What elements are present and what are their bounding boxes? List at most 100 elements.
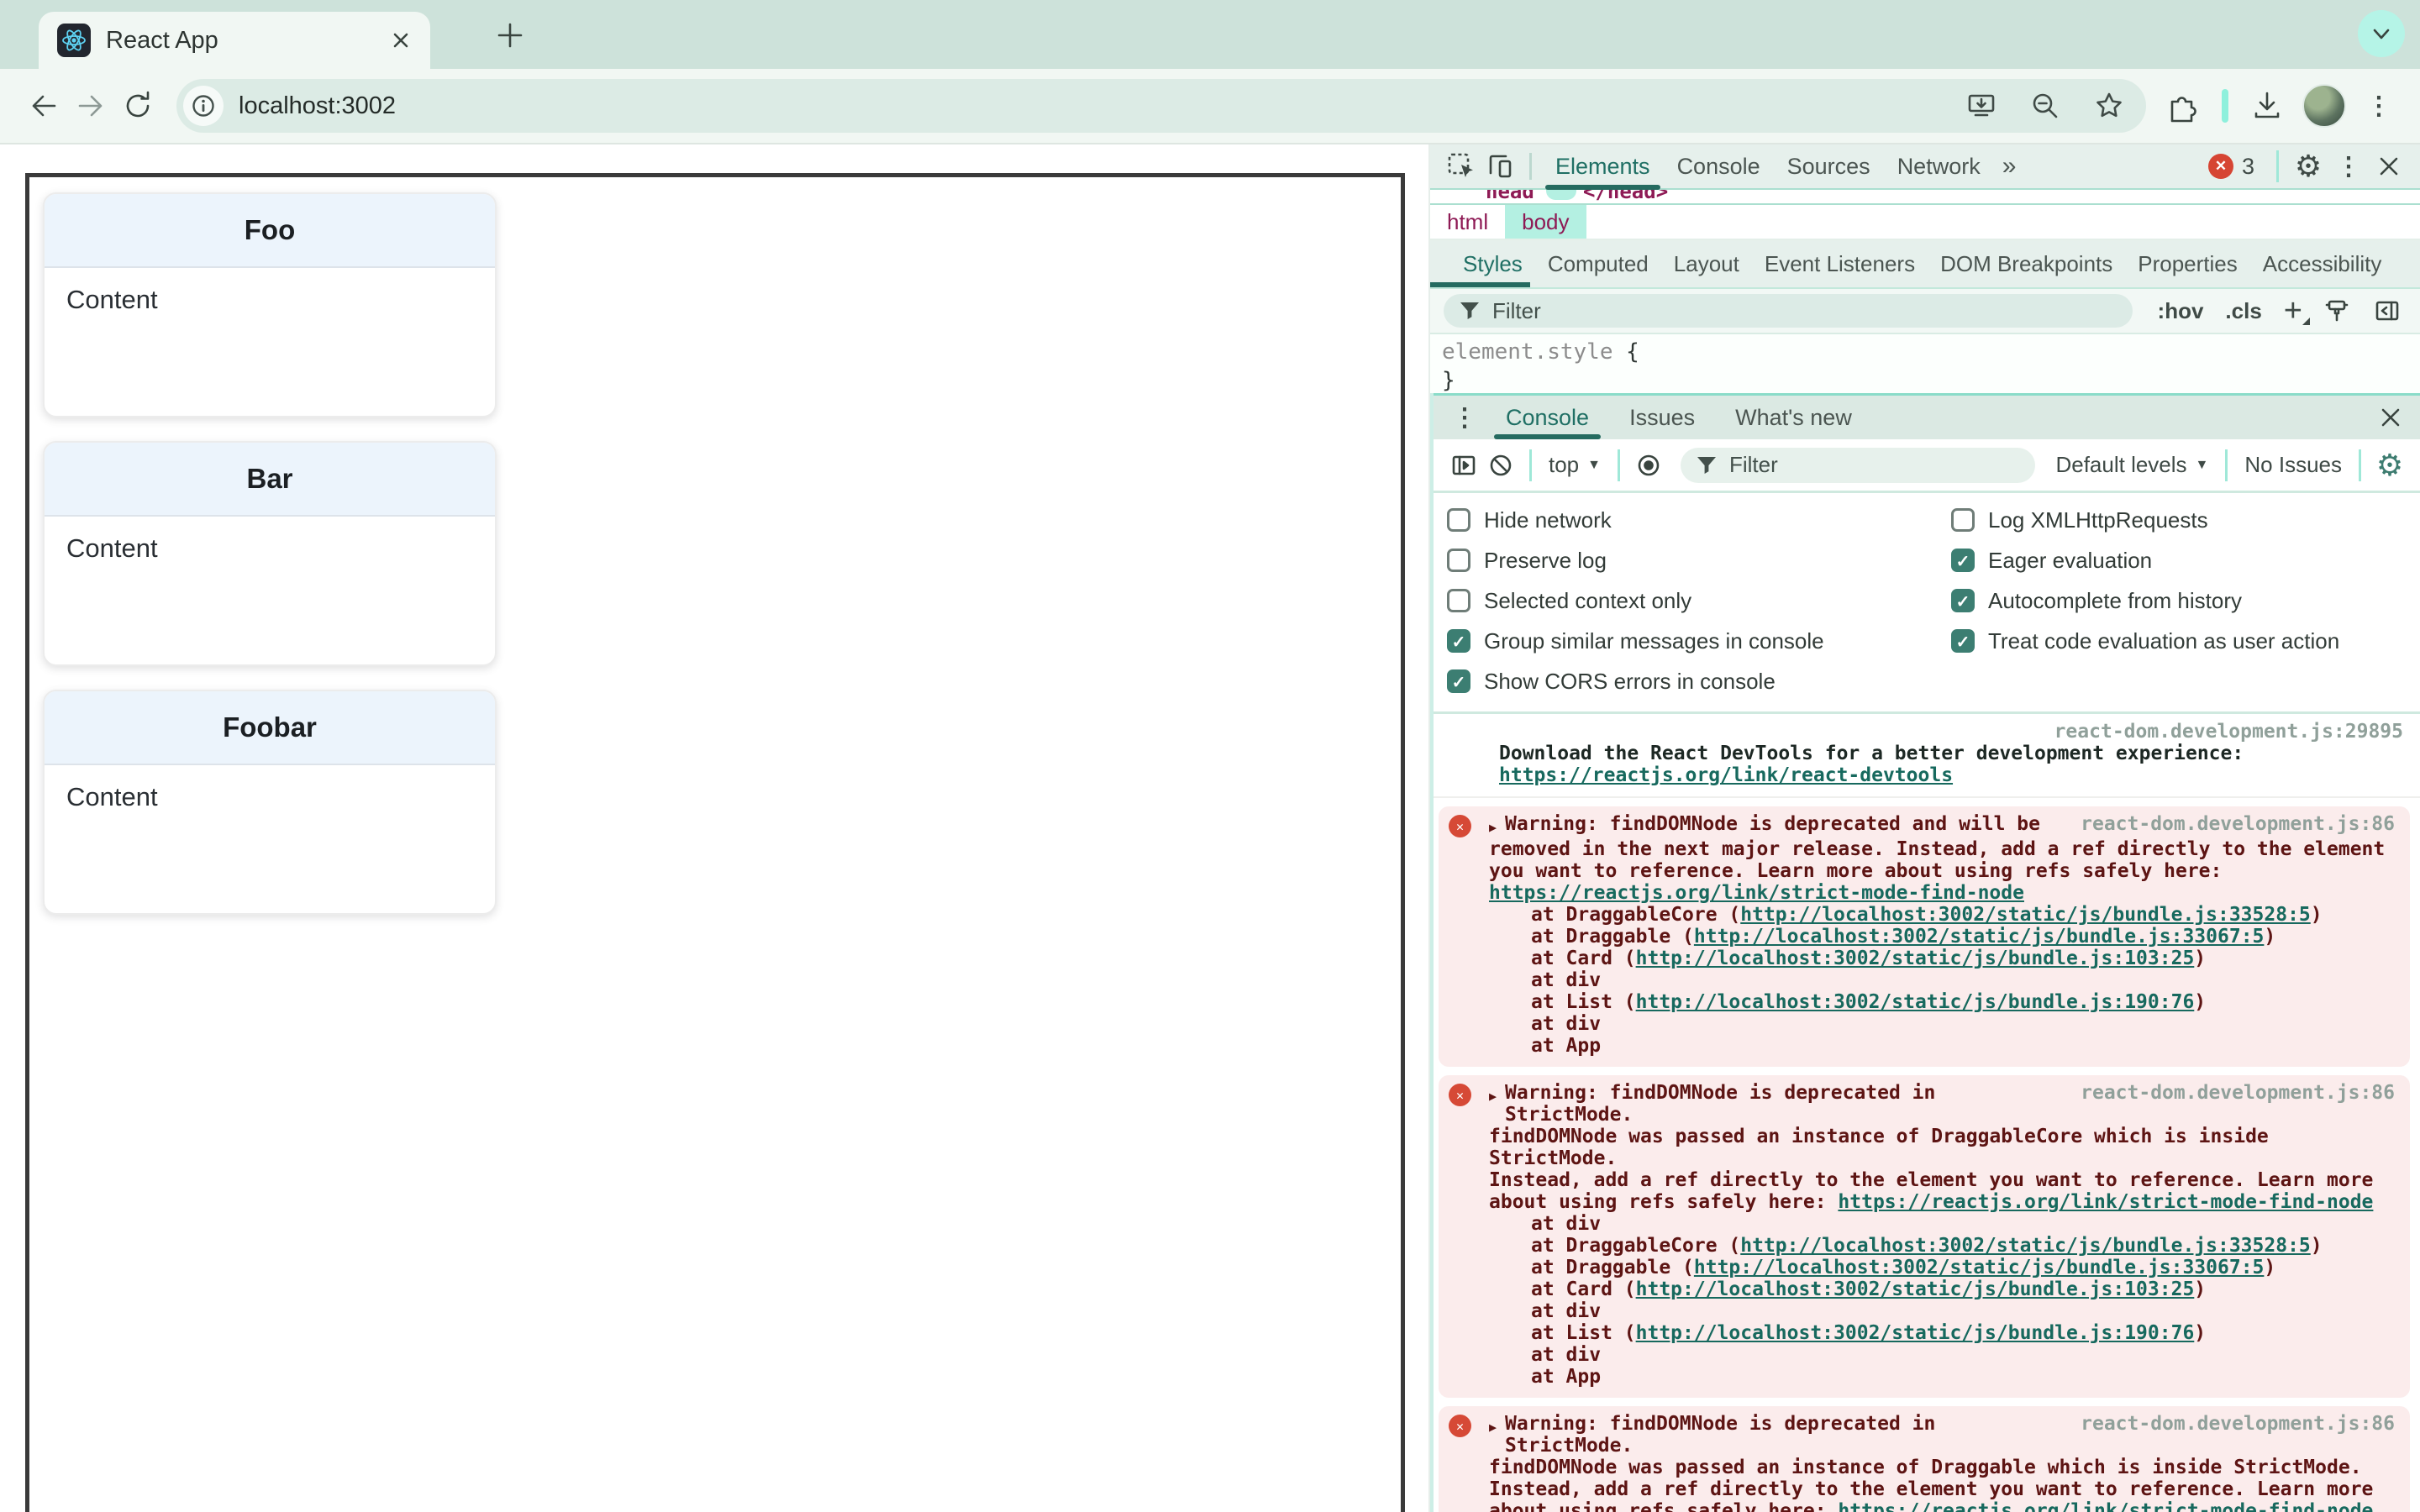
checkbox-autocomplete-from-history[interactable]: ✓ Autocomplete from history xyxy=(1951,580,2420,621)
message-source-link[interactable]: react-dom.development.js:86 xyxy=(2081,1413,2395,1457)
message-source-link[interactable]: react-dom.development.js:29895 xyxy=(1499,721,2403,743)
disclosure-triangle-icon[interactable]: ▶ xyxy=(1489,1085,1497,1126)
card-foo[interactable]: Foo Content xyxy=(43,192,497,417)
devtools-settings-gear-icon[interactable]: ⚙ xyxy=(2289,147,2328,186)
styles-tab-accessibility[interactable]: Accessibility xyxy=(2250,240,2395,287)
new-tab-icon[interactable] xyxy=(492,17,529,54)
message-link[interactable]: https://reactjs.org/link/react-devtools xyxy=(1499,764,1953,786)
breadcrumb-body[interactable]: body xyxy=(1505,205,1586,239)
styles-filter-input[interactable]: Filter xyxy=(1444,294,2133,328)
error-badge-icon[interactable]: ✕ xyxy=(2207,154,2233,179)
live-expression-eye-icon[interactable] xyxy=(1630,447,1667,484)
toggle-hover-state[interactable]: :hov xyxy=(2158,298,2204,324)
checkbox-hide-network[interactable]: Hide network xyxy=(1447,500,1951,540)
forward-icon[interactable] xyxy=(67,82,114,129)
styles-tab-properties[interactable]: Properties xyxy=(2125,240,2250,287)
devtools-tab-console[interactable]: Console xyxy=(1664,144,1774,188)
card-bar[interactable]: Bar Content xyxy=(43,441,497,666)
address-bar[interactable]: localhost:3002 xyxy=(176,79,2146,133)
breadcrumb-html[interactable]: html xyxy=(1430,205,1505,239)
chevron-down-icon[interactable] xyxy=(2358,10,2405,57)
element-style-block[interactable]: element.style { } xyxy=(1430,334,2420,393)
checkbox-show-cors-errors-in-console[interactable]: ✓ Show CORS errors in console xyxy=(1447,661,1951,701)
styles-tab-styles[interactable]: Styles xyxy=(1430,240,1535,287)
message-source-link[interactable]: react-dom.development.js:86 xyxy=(2081,1082,2395,1126)
console-settings-gear-icon[interactable]: ⚙ xyxy=(2371,447,2408,484)
checkbox-treat-code-evaluation-as-user-action[interactable]: ✓ Treat code evaluation as user action xyxy=(1951,621,2420,661)
checkbox-log-xmlhttprequests[interactable]: Log XMLHttpRequests xyxy=(1951,500,2420,540)
card-foobar[interactable]: Foobar Content xyxy=(43,690,497,915)
info-icon[interactable] xyxy=(183,86,224,126)
back-icon[interactable] xyxy=(20,82,67,129)
bookmark-star-icon[interactable] xyxy=(2091,87,2128,124)
new-style-rule-icon[interactable]: + xyxy=(2284,295,2311,327)
checkbox-box[interactable] xyxy=(1951,508,1975,532)
warning-link[interactable]: https://reactjs.org/link/strict-mode-fin… xyxy=(1838,1500,2373,1512)
tab-close-icon[interactable] xyxy=(390,29,412,51)
checkbox-preserve-log[interactable]: Preserve log xyxy=(1447,540,1951,580)
disclosure-triangle-icon[interactable]: ▶ xyxy=(1489,816,1497,838)
checkbox-box[interactable]: ✓ xyxy=(1951,549,1975,572)
styles-tab-computed[interactable]: Computed xyxy=(1535,240,1661,287)
stack-link[interactable]: http://localhost:3002/static/js/bundle.j… xyxy=(1740,1235,2311,1257)
rendering-brush-icon[interactable] xyxy=(2317,291,2356,330)
drawer-tab-what-s-new[interactable]: What's new xyxy=(1715,396,1872,439)
zoom-out-icon[interactable] xyxy=(2027,87,2064,124)
stack-link[interactable]: http://localhost:3002/static/js/bundle.j… xyxy=(1636,1322,2195,1344)
issues-counter[interactable]: No Issues xyxy=(2238,452,2349,478)
inspect-element-icon[interactable] xyxy=(1442,147,1481,186)
pinned-extension-indicator[interactable] xyxy=(2222,89,2228,123)
styles-tab-dom-breakpoints[interactable]: DOM Breakpoints xyxy=(1928,240,2125,287)
checkbox-selected-context-only[interactable]: Selected context only xyxy=(1447,580,1951,621)
dom-tree-clipped-row[interactable]: head </head> xyxy=(1430,190,2420,205)
devtools-menu-kebab-icon[interactable]: ⋮ xyxy=(2328,152,2370,181)
url-text[interactable]: localhost:3002 xyxy=(239,92,1936,120)
stack-link[interactable]: http://localhost:3002/static/js/bundle.j… xyxy=(1694,1257,2265,1278)
drawer-tab-issues[interactable]: Issues xyxy=(1609,396,1715,439)
context-selector[interactable]: top ▼ xyxy=(1542,452,1607,478)
reload-icon[interactable] xyxy=(114,82,161,129)
error-count[interactable]: 3 xyxy=(2242,154,2254,180)
checkbox-box[interactable]: ✓ xyxy=(1447,669,1470,693)
sidebar-panel-icon[interactable] xyxy=(2368,291,2407,330)
checkbox-box[interactable] xyxy=(1447,589,1470,612)
styles-tab-layout[interactable]: Layout xyxy=(1661,240,1752,287)
stack-link[interactable]: http://localhost:3002/static/js/bundle.j… xyxy=(1636,948,2195,969)
checkbox-box[interactable]: ✓ xyxy=(1951,589,1975,612)
console-filter-input[interactable]: Filter xyxy=(1681,447,2036,483)
menu-kebab-icon[interactable]: ⋮ xyxy=(2358,92,2400,121)
stack-link[interactable]: http://localhost:3002/static/js/bundle.j… xyxy=(1636,991,2195,1013)
stack-link[interactable]: http://localhost:3002/static/js/bundle.j… xyxy=(1740,904,2311,926)
log-levels-selector[interactable]: Default levels ▼ xyxy=(2049,452,2215,478)
install-icon[interactable] xyxy=(1963,87,2000,124)
checkbox-box[interactable] xyxy=(1447,508,1470,532)
styles-tab-event-listeners[interactable]: Event Listeners xyxy=(1752,240,1928,287)
more-tabs-icon[interactable]: » xyxy=(1994,152,2025,181)
device-toolbar-icon[interactable] xyxy=(1481,147,1519,186)
devtools-tab-elements[interactable]: Elements xyxy=(1542,144,1664,190)
warning-link[interactable]: https://reactjs.org/link/strict-mode-fin… xyxy=(1838,1191,2373,1213)
devtools-tab-sources[interactable]: Sources xyxy=(1774,144,1884,188)
drawer-tab-console[interactable]: Console xyxy=(1486,396,1609,439)
avatar[interactable] xyxy=(2302,84,2346,128)
stack-link[interactable]: http://localhost:3002/static/js/bundle.j… xyxy=(1694,926,2265,948)
checkbox-box[interactable] xyxy=(1447,549,1470,572)
message-source-link[interactable]: react-dom.development.js:86 xyxy=(2081,813,2395,838)
checkbox-box[interactable]: ✓ xyxy=(1447,629,1470,653)
clear-console-icon[interactable] xyxy=(1482,447,1519,484)
browser-tab[interactable]: React App xyxy=(39,12,430,69)
warning-link[interactable]: https://reactjs.org/link/strict-mode-fin… xyxy=(1489,882,2024,904)
console-sidebar-toggle-icon[interactable] xyxy=(1445,447,1482,484)
drawer-menu-kebab-icon[interactable]: ⋮ xyxy=(1444,403,1486,433)
checkbox-group-similar-messages-in-console[interactable]: ✓ Group similar messages in console xyxy=(1447,621,1951,661)
devtools-close-icon[interactable] xyxy=(2370,147,2408,186)
stack-link[interactable]: http://localhost:3002/static/js/bundle.j… xyxy=(1636,1278,2195,1300)
drawer-close-icon[interactable] xyxy=(2371,398,2410,437)
download-icon[interactable] xyxy=(2244,82,2291,129)
checkbox-box[interactable]: ✓ xyxy=(1951,629,1975,653)
devtools-tab-network[interactable]: Network xyxy=(1884,144,1994,188)
checkbox-eager-evaluation[interactable]: ✓ Eager evaluation xyxy=(1951,540,2420,580)
extensions-puzzle-icon[interactable] xyxy=(2160,82,2207,129)
disclosure-triangle-icon[interactable]: ▶ xyxy=(1489,1416,1497,1457)
toggle-element-class[interactable]: .cls xyxy=(2225,298,2261,324)
